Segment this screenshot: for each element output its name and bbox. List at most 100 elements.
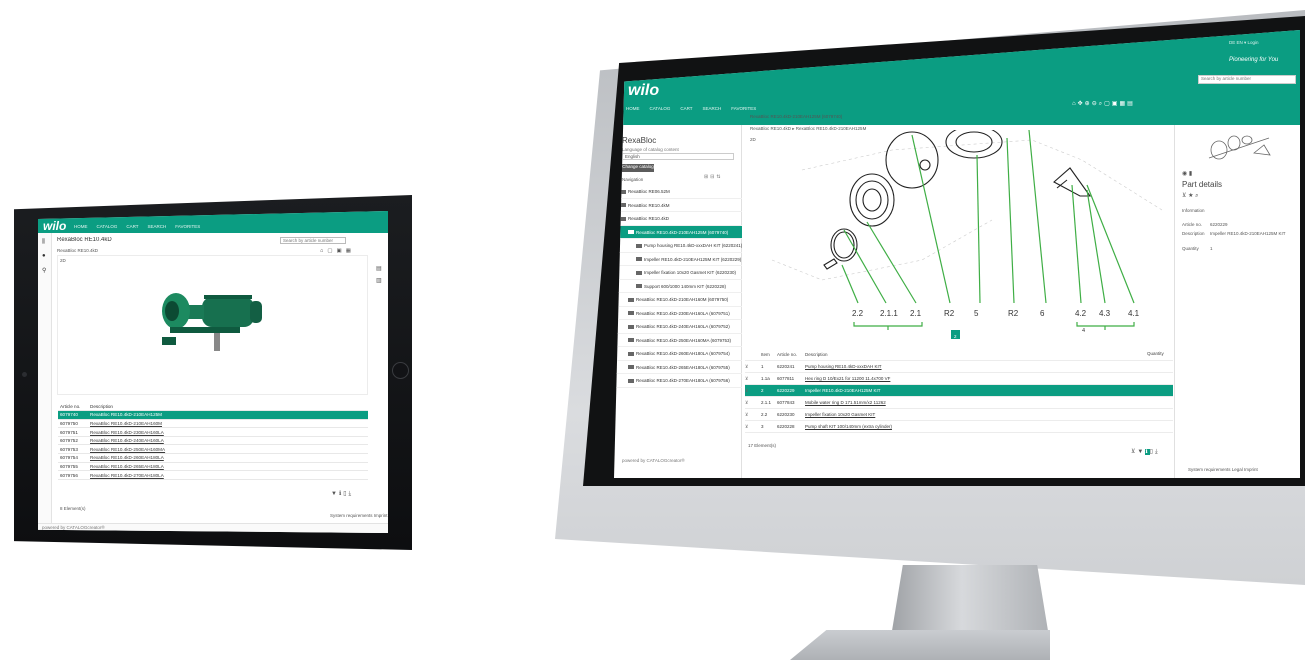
picture-icon[interactable]: ▣ — [337, 248, 342, 254]
powered-by[interactable]: powered by CATALOGcreator® — [622, 458, 685, 463]
filter-icon[interactable]: ▼ — [331, 491, 339, 497]
table-row[interactable]: ⊻ 2.1.1 6077843 Mobile water ring D 171.51m… — [745, 397, 1173, 409]
table-row[interactable]: ⊻ 1.1a 6077811 Hex ring D 10/Ex21 for 11200… — [745, 373, 1173, 385]
info-icon[interactable]: ● — [42, 253, 46, 259]
tree-item[interactable]: Pump housing RE10.4kD-xxxDAH KIT (622024… — [614, 239, 742, 253]
nav-cart[interactable]: CART — [680, 106, 692, 111]
book-icon[interactable]: ▤ — [376, 263, 382, 275]
star-icon[interactable]: ★ — [1188, 193, 1193, 199]
callout-label[interactable]: 2.1 — [910, 309, 922, 318]
search-icon[interactable]: ⌕ — [1195, 193, 1198, 199]
top-links[interactable]: DE EN ▾ Login — [1229, 40, 1259, 46]
powered-by[interactable]: powered by CATALOGcreator® — [42, 525, 105, 530]
cart-icon[interactable]: ⊻ — [745, 397, 761, 408]
cart-icon[interactable]: ⊻ — [745, 421, 761, 432]
cell-link[interactable]: Impeller RE10.4kD-210EAH125M KIT — [805, 385, 1095, 396]
nav-favorites[interactable]: FAVORITES — [175, 224, 200, 229]
callout-label[interactable]: 4.1 — [1128, 309, 1140, 318]
nav-search[interactable]: SEARCH — [148, 224, 167, 229]
tree-item[interactable]: Support 600/1000 140mm KIT (6220228) — [614, 280, 742, 293]
nav-search[interactable]: SEARCH — [703, 106, 722, 111]
zoom-in-icon[interactable]: ⊕ — [1085, 101, 1092, 107]
download-icon[interactable]: ⤓ — [1155, 449, 1160, 455]
grid-icon[interactable]: ▦ — [1119, 101, 1127, 107]
library-icon[interactable]: ⫼ — [42, 239, 45, 246]
callout-label[interactable]: R2 — [1008, 309, 1019, 318]
callout-label[interactable]: R2 — [944, 309, 955, 318]
col-quantity[interactable]: Quantity — [1147, 351, 1164, 356]
cell-link[interactable]: RexaBloc RE10.4kD-265EAH180LA — [88, 462, 368, 472]
hierarchy-icon[interactable]: ⚲ — [42, 267, 46, 274]
cell-link[interactable]: Mobile water ring D 171.51mm/x2 11262 — [805, 397, 1095, 408]
column-header[interactable] — [745, 349, 761, 360]
cell-link[interactable]: RexaBloc RE10.4kD-210EAH160M — [88, 419, 368, 429]
zoom-out-icon[interactable]: ⊖ — [1092, 101, 1099, 107]
callout-label[interactable]: 2.2 — [852, 309, 864, 318]
cart-icon[interactable]: ⊻ — [745, 409, 761, 420]
table-row[interactable]: 6079755 RexaBloc RE10.4kD-265EAH180LA — [58, 462, 368, 472]
search-input[interactable]: Search by article number — [280, 237, 346, 244]
table-row[interactable]: 6079756 RexaBloc RE10.4kD-270EAH180LA — [58, 470, 368, 480]
breadcrumb[interactable]: RexaBloc RE10.4kD-210EAH125M (6079740) — [750, 114, 842, 119]
parts-icon[interactable]: ◉ — [1182, 171, 1187, 177]
table-row[interactable]: 6079751 RexaBloc RE10.4kD-230EAH160LA — [58, 427, 368, 437]
tree-item[interactable]: Impeller fixation 10x20 Gasmet KIT (6220… — [614, 266, 742, 280]
column-header[interactable]: Description — [805, 349, 1095, 360]
table-row[interactable]: ⊻ 2 6220229 Impeller RE10.4kD-210EAH125M KI… — [745, 385, 1173, 397]
nav-home[interactable]: HOME — [74, 224, 88, 229]
col-description[interactable]: Description — [88, 402, 368, 412]
callout-label[interactable]: 5 — [974, 309, 979, 318]
column-header[interactable]: Article no. — [777, 349, 805, 360]
tree-item[interactable]: Impeller RE10.4kD-210EAH125M KIT (622022… — [614, 253, 742, 266]
callout-label[interactable]: 2.1.1 — [880, 309, 898, 318]
print-icon[interactable]: ▤ — [1127, 101, 1135, 107]
cell-link[interactable]: Hex ring D 10/Ex21 for 11200 11.4x700 VF — [805, 373, 1095, 384]
fit-icon[interactable]: ▢ — [327, 248, 332, 254]
exploded-drawing[interactable]: 2.2 2.1.1 2.1 R2 5 R2 6 4.2 4.3 4.1 — [742, 130, 1174, 342]
callout-label[interactable]: 6 — [1040, 309, 1045, 318]
callout-label[interactable]: 4.3 — [1099, 309, 1111, 318]
pan-icon[interactable]: ✥ — [1078, 101, 1085, 107]
table-row[interactable]: ⊻ 3 6220228 Pump shaft KIT 100/140mm (extra… — [745, 421, 1173, 433]
cell-link[interactable]: Pump shaft KIT 100/140mm (extra cylinder… — [805, 421, 1095, 432]
download-icon[interactable]: ⤓ — [349, 491, 354, 497]
tree-item[interactable]: RexaBloc RE10.4kD-265EAH180LA (6079755) — [614, 361, 742, 374]
cell-link[interactable]: RexaBloc RE10.4kD-240EAH160LA — [88, 436, 368, 446]
cell-link[interactable]: Impeller fixation 10x20 Gasmet KIT — [805, 409, 1095, 420]
cell-link[interactable]: RexaBloc RE10.4kD-230EAH160LA — [88, 427, 368, 437]
tree-item[interactable]: RexaBloc RE10.4kD-210EAH160M (6079750) — [614, 293, 742, 307]
tree-item[interactable]: RexaBloc RE10.4kD-270EAH180LA (6079756) — [614, 374, 742, 388]
print-icon[interactable]: ▥ — [376, 275, 382, 287]
nav-catalog[interactable]: CATALOG — [650, 106, 671, 111]
nav-catalog[interactable]: CATALOG — [97, 224, 118, 229]
doc-icon[interactable]: ▮ — [1189, 171, 1192, 177]
cell-link[interactable]: RexaBloc RE10.4kD-250EAH160MA — [88, 444, 368, 455]
table-row[interactable]: 6079740 RexaBloc RE10.4kD-210EAH125M — [58, 410, 368, 420]
table-row[interactable]: 6079752 RexaBloc RE10.4kD-240EAH160LA — [58, 436, 368, 446]
table-row[interactable]: 6079754 RexaBloc RE10.4kD-260EAH180LA — [58, 453, 368, 463]
nav-home[interactable]: HOME — [626, 106, 640, 111]
table-row[interactable]: 6079753 RexaBloc RE10.4kD-250EAH160MA — [58, 444, 368, 455]
sync-icon[interactable]: ⇅ — [716, 174, 722, 180]
table-row[interactable]: ⊻ 2.2 6220230 Impeller fixation 10x20 Gasme… — [745, 409, 1173, 421]
tree-item[interactable]: RexaBloc RE10.4kM — [614, 199, 742, 212]
nav-cart[interactable]: CART — [126, 224, 138, 229]
cart-icon[interactable]: ⊻ — [745, 385, 761, 396]
callout-label[interactable]: 4.2 — [1075, 309, 1087, 318]
cell-link[interactable]: RexaBloc RE10.4kD-260EAH180LA — [88, 453, 368, 463]
tree-item[interactable]: RexaBloc RE10.4kD-250EAH160MA (6079753) — [614, 334, 742, 347]
column-header[interactable]: Item — [761, 349, 777, 360]
language-select[interactable]: English — [622, 153, 734, 160]
cell-link[interactable]: RexaBloc RE10.4kD-210EAH125M — [88, 410, 368, 420]
tree-item[interactable]: RexaBloc RE10.4kD-240EAH160LA (6079752) — [614, 320, 742, 334]
drawing-thumbnail[interactable] — [1199, 128, 1279, 168]
breadcrumb[interactable]: RexaBloc RE10.4kD — [57, 248, 98, 253]
table-row[interactable]: 6079750 RexaBloc RE10.4kD-210EAH160M — [58, 419, 368, 429]
cart-icon[interactable]: ⊻ — [1182, 193, 1186, 199]
wilo-logo[interactable]: wilo — [43, 219, 66, 233]
cart-icon[interactable]: ⊻ — [745, 373, 761, 384]
tree-item[interactable]: RexaBloc RE06.52M — [614, 185, 742, 199]
nav-favorites[interactable]: FAVORITES — [731, 106, 756, 111]
tree-item[interactable]: RexaBloc RE10.4kD-210EAH125M (6079740) — [614, 225, 742, 239]
home-view-icon[interactable]: ⌂ — [320, 248, 323, 254]
